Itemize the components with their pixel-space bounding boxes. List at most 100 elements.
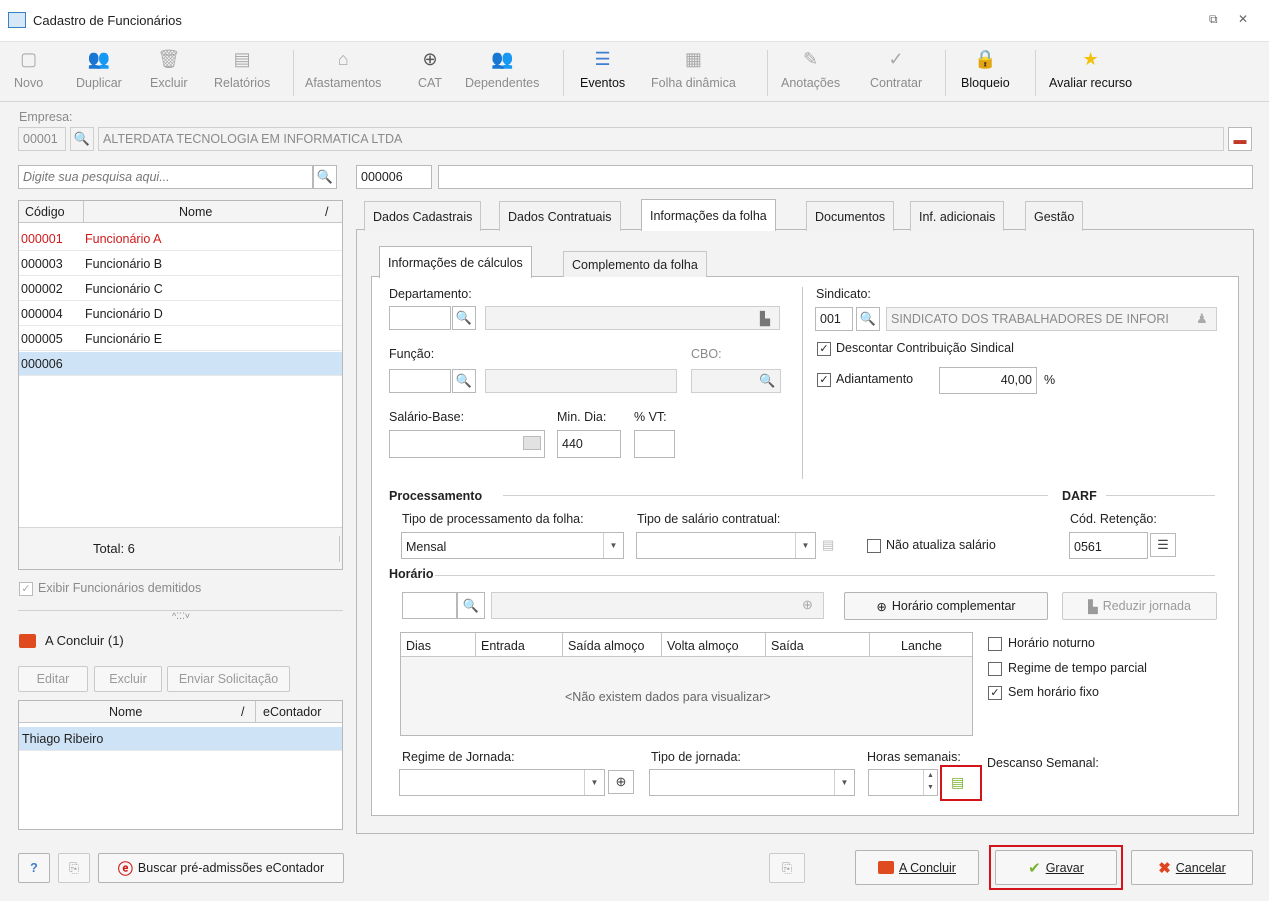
chevron-down-icon[interactable]: ▼ [795,533,815,558]
help-button[interactable]: ? [18,853,50,883]
exibir-demitidos-checkbox[interactable]: ✓ [19,582,33,596]
descontar-label: Descontar Contribuição Sindical [836,341,1014,355]
excluir-pending-button[interactable]: Excluir [94,666,162,692]
horario-complementar-button[interactable]: ⊕ Horário complementar [844,592,1048,620]
table-row[interactable]: 000002 Funcionário C [19,277,342,301]
tab-gestao[interactable]: Gestão [1025,201,1084,231]
tab-informacoes-folha[interactable]: Informações da folha [641,199,776,231]
chevron-down-icon[interactable]: ▼ [603,533,623,558]
salario-base-field[interactable] [389,430,545,458]
tab-documentos[interactable]: Documentos [806,201,895,231]
pending-row[interactable]: Thiago Ribeiro [19,727,342,751]
editar-button[interactable]: Editar [18,666,88,692]
copy-button[interactable]: ⎘ [58,853,90,883]
search-input[interactable]: Digite sua pesquisa aqui... [18,165,313,189]
copy-icon: ⎘ [68,860,79,875]
search-icon[interactable]: 🔍 [313,165,337,189]
table-row[interactable]: 000003 Funcionário B [19,252,342,276]
cancelar-button[interactable]: ✖ Cancelar [1131,850,1253,885]
tipo-salario-select[interactable]: ▼ [636,532,816,559]
clock-plus-icon[interactable]: ⊕ [802,597,813,613]
clock-settings-icon[interactable]: ⊕ [608,770,634,794]
adiantamento-checkbox[interactable]: ✓ [817,373,831,387]
chevron-down-icon[interactable]: ▼ [834,770,854,795]
afastamentos-button[interactable]: ⌂ Afastamentos [305,46,381,100]
bloqueio-button[interactable]: 🔒 Bloqueio [961,46,1010,100]
horario-noturno-checkbox[interactable] [988,637,1002,651]
table-row[interactable]: 000004 Funcionário D [19,302,342,326]
sindicato-search-icon[interactable]: 🔍 [856,307,880,331]
folha-dinamica-button[interactable]: ▦ Folha dinâmica [651,46,736,100]
chevron-down-icon[interactable]: ▼ [584,770,604,795]
restore-icon[interactable]: ⧉ [1209,12,1218,27]
nao-atualiza-checkbox[interactable] [867,539,881,553]
processamento-heading: Processamento [389,489,483,503]
x-icon: ✖ [1158,859,1171,877]
clock-icon: ⊕ [876,599,887,614]
dependentes-button[interactable]: 👥 Dependentes [465,46,539,100]
tipo-jornada-select[interactable]: ▼ [649,769,855,796]
regime-parcial-label: Regime de tempo parcial [1008,661,1147,675]
highlight-box [989,845,1123,890]
close-icon[interactable]: ✕ [1238,12,1248,26]
departamento-label: Departamento: [389,287,472,301]
funcao-code-field[interactable] [389,369,451,393]
excluir-button[interactable]: 🗑 Excluir [150,46,188,100]
contratar-button[interactable]: ✓ Contratar [870,46,922,100]
table-row-selected[interactable]: 000006 [19,352,342,376]
calendar-icon[interactable]: ▬ [1228,127,1252,151]
cbo-lookup-icon[interactable]: 🔍 [759,373,775,389]
cod-retencao-list-icon[interactable]: ☰ [1150,533,1176,557]
regime-parcial-checkbox[interactable] [988,662,1002,676]
tipo-processamento-select[interactable]: Mensal ▼ [401,532,624,559]
enviar-solicitacao-button[interactable]: Enviar Solicitação [167,666,290,692]
subtab-informacoes-calculos[interactable]: Informações de cálculos [379,246,532,278]
eventos-button[interactable]: ☰ Eventos [580,46,625,100]
novo-button[interactable]: ▢ Novo [14,46,43,100]
regime-jornada-label: Regime de Jornada: [402,750,515,764]
tab-dados-contratuais[interactable]: Dados Contratuais [499,201,621,231]
avaliar-recurso-button[interactable]: ★ Avaliar recurso [1049,46,1132,100]
new-document-icon: ▢ [20,48,38,69]
adiantamento-value-field[interactable]: 40,00 [939,367,1037,394]
table-row[interactable]: 000001 Funcionário A [19,227,342,251]
department-icon[interactable]: ▙ [760,311,770,327]
subtab-complemento-folha[interactable]: Complemento da folha [563,251,707,277]
a-concluir-button[interactable]: A Concluir [855,850,979,885]
departamento-search-icon[interactable]: 🔍 [452,306,476,330]
horario-code-field[interactable] [402,592,457,619]
employee-code-field[interactable]: 000006 [356,165,432,189]
empresa-name-field: ALTERDATA TECNOLOGIA EM INFORMATICA LTDA [98,127,1224,151]
anotacoes-button[interactable]: ✎ Anotações [781,46,840,100]
horario-search-icon[interactable]: 🔍 [457,592,485,619]
duplicate-button[interactable]: ⎘ [769,853,805,883]
add-document-icon[interactable]: ▤ [822,537,834,553]
sindicato-icon[interactable]: ♟ [1196,311,1208,327]
tab-dados-cadastrais[interactable]: Dados Cadastrais [364,201,482,231]
min-dia-field[interactable]: 440 [557,430,621,458]
relatorios-button[interactable]: ▤ Relatórios [214,46,270,100]
copy-icon: ⎘ [781,860,792,875]
buscar-pre-admissoes-button[interactable]: ⓔ Buscar pré-admissões eContador [98,853,344,883]
salary-calc-icon[interactable] [523,436,541,450]
splitter-handle[interactable]: ^⁚⁚⁚˅ [172,611,190,622]
tipo-jornada-label: Tipo de jornada: [651,750,741,764]
table-row[interactable]: 000005 Funcionário E [19,327,342,351]
employee-name-field[interactable] [438,165,1253,189]
cod-retencao-field[interactable]: 0561 [1069,532,1148,559]
adiantamento-label: Adiantamento [836,372,914,386]
regime-jornada-select[interactable]: ▼ [399,769,605,796]
funcao-search-icon[interactable]: 🔍 [452,369,476,393]
cat-button[interactable]: ⊕ CAT [417,46,443,100]
concluir-icon [19,634,36,648]
descontar-checkbox[interactable]: ✓ [817,342,831,356]
horas-semanais-stepper[interactable]: ▲ ▼ [868,769,938,796]
sindicato-code-field[interactable]: 001 [815,307,853,331]
vt-field[interactable] [634,430,675,458]
tab-inf-adicionais[interactable]: Inf. adicionais [910,201,1005,231]
duplicar-button[interactable]: 👥 Duplicar [76,46,122,100]
departamento-code-field[interactable] [389,306,451,330]
stepper-arrows-icon[interactable]: ▲ ▼ [923,770,937,795]
reduzir-jornada-button[interactable]: ▙ Reduzir jornada [1062,592,1217,620]
sem-horario-fixo-checkbox[interactable]: ✓ [988,686,1002,700]
